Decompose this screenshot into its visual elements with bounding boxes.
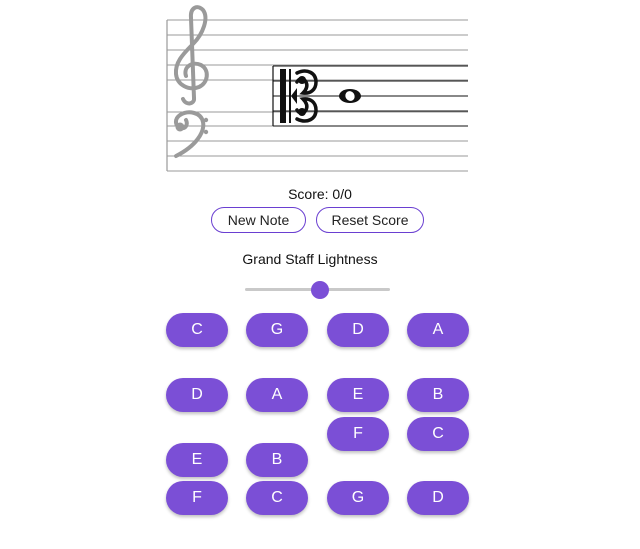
note-answer-button[interactable]: B [246,443,308,477]
grand-staff [166,5,468,172]
slider-label: Grand Staff Lightness [242,251,378,267]
treble-staff-lines [167,19,468,81]
note-answer-button[interactable]: D [407,481,469,515]
note-answer-button[interactable]: F [166,481,228,515]
note-answer-button[interactable]: C [246,481,308,515]
bass-clef-icon [174,110,209,158]
slider-thumb[interactable] [311,281,330,299]
whole-note-icon [339,89,361,103]
note-answer-button[interactable]: E [166,443,228,477]
note-answer-button[interactable]: G [327,481,389,515]
note-answer-button[interactable]: B [407,378,469,412]
note-answer-button[interactable]: C [407,417,469,451]
bass-staff-lines [167,111,468,172]
note-answer-button[interactable]: G [246,313,308,347]
note-answer-button[interactable]: F [327,417,389,451]
score-display: Score: 0/0 [288,186,352,202]
note-answer-button[interactable]: C [166,313,228,347]
note-answer-button[interactable]: E [327,378,389,412]
note-answer-button[interactable]: A [407,313,469,347]
new-note-button[interactable]: New Note [211,207,306,233]
lightness-slider[interactable] [245,280,390,300]
alto-staff-lines [273,65,468,127]
reset-score-button[interactable]: Reset Score [316,207,424,233]
note-answer-button[interactable]: A [246,378,308,412]
treble-clef-icon [173,5,209,106]
app-root: Score: 0/0 New Note Reset Score Grand St… [0,0,640,549]
note-answer-button[interactable]: D [327,313,389,347]
note-answer-button[interactable]: D [166,378,228,412]
